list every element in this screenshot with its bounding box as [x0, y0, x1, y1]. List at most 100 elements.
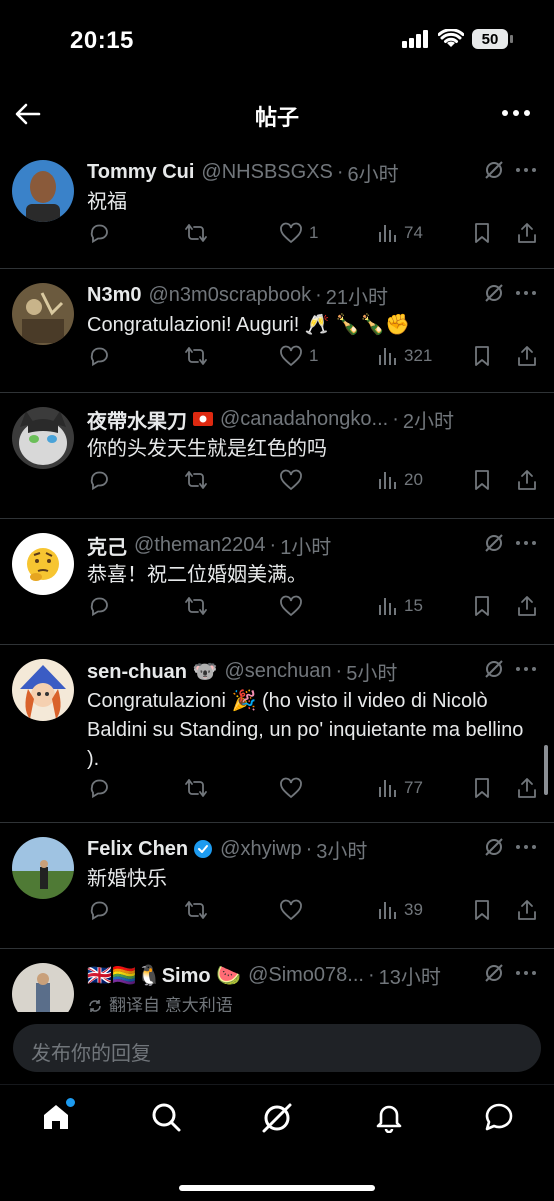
views-button[interactable]: 15: [376, 595, 423, 617]
views-button[interactable]: 39: [376, 899, 423, 921]
repost-icon[interactable]: [184, 777, 208, 799]
separator-dot: ·: [305, 837, 313, 860]
views-icon: [376, 222, 398, 244]
status-time: 20:15: [70, 27, 134, 54]
post-author-name[interactable]: sen-chuan 🐨: [87, 659, 217, 684]
share-icon[interactable]: [516, 777, 538, 799]
like-icon[interactable]: [279, 899, 303, 921]
messages-icon[interactable]: [482, 1101, 516, 1133]
share-icon[interactable]: [516, 595, 538, 617]
views-icon: [376, 345, 398, 367]
reply-icon[interactable]: [88, 595, 110, 617]
post-author-name[interactable]: 克己: [87, 531, 127, 560]
scrollbar[interactable]: [544, 745, 548, 795]
wifi-icon: [438, 29, 464, 49]
post-author-handle[interactable]: @Simo078...: [248, 964, 364, 987]
share-icon[interactable]: [516, 899, 538, 921]
reply-feed[interactable]: Tommy Cui @NHSBSGXS · 6小时 祝福 1 74 N3m0 @n3m0…: [0, 146, 554, 1012]
post-time: 6小时: [347, 163, 399, 186]
home-indicator: [179, 1185, 375, 1191]
views-count: 15: [404, 596, 423, 615]
post-more-icon[interactable]: [516, 845, 536, 849]
post-author-name[interactable]: Felix Chen: [87, 838, 188, 861]
translation-note[interactable]: 翻译自 意大利语: [87, 991, 528, 1012]
post-more-icon[interactable]: [516, 541, 536, 545]
post-author-handle[interactable]: @n3m0scrapbook: [148, 284, 311, 307]
repost-icon[interactable]: [184, 899, 208, 921]
like-count: 1: [309, 346, 319, 365]
post-author-handle[interactable]: @xhyiwp: [220, 838, 301, 861]
separator-dot: ·: [315, 283, 322, 306]
grok-icon[interactable]: [484, 837, 504, 857]
repost-icon[interactable]: [184, 345, 208, 367]
reply-composer: 发布你的回复: [0, 1012, 554, 1084]
search-icon[interactable]: [150, 1101, 182, 1133]
status-icons: 50: [402, 29, 513, 49]
post-author-name[interactable]: N3m0: [87, 284, 141, 307]
bookmark-icon[interactable]: [472, 222, 492, 244]
more-icon[interactable]: [502, 110, 530, 116]
like-count: 1: [309, 223, 319, 242]
verified-badge-icon: [193, 839, 213, 859]
reply-icon[interactable]: [88, 899, 110, 921]
post-more-icon[interactable]: [516, 667, 536, 671]
grok-icon[interactable]: [484, 533, 504, 553]
grok-icon[interactable]: [484, 160, 504, 180]
post-time: 3小时: [316, 840, 368, 863]
avatar[interactable]: [12, 963, 74, 1012]
post-author-handle[interactable]: @theman2204: [134, 534, 266, 557]
post-author-name[interactable]: 夜帶水果刀: [87, 405, 187, 434]
reply-icon[interactable]: [88, 345, 110, 367]
like-icon[interactable]: [279, 469, 303, 491]
repost-icon[interactable]: [184, 222, 208, 244]
separator-dot: ·: [335, 659, 343, 682]
reply-icon[interactable]: [88, 222, 110, 244]
post-author-name[interactable]: Tommy Cui: [87, 161, 194, 184]
bookmark-icon[interactable]: [472, 595, 492, 617]
flag-icon: [193, 412, 213, 426]
post-more-icon[interactable]: [516, 291, 536, 295]
views-count: 74: [404, 223, 423, 242]
separator-dot: ·: [336, 160, 344, 183]
post-more-icon[interactable]: [516, 168, 536, 172]
post-author-handle[interactable]: @NHSBSGXS: [201, 161, 332, 184]
like-button[interactable]: 1: [279, 222, 318, 244]
like-button[interactable]: 1: [279, 345, 318, 367]
like-icon[interactable]: [279, 777, 303, 799]
share-icon[interactable]: [516, 345, 538, 367]
repost-icon[interactable]: [184, 469, 208, 491]
views-button[interactable]: 20: [376, 469, 423, 491]
home-icon[interactable]: [40, 1097, 76, 1133]
views-button[interactable]: 321: [376, 345, 432, 367]
like-icon: [279, 222, 303, 244]
post-more-icon[interactable]: [516, 971, 536, 975]
post-text: Congratulazioni 🎉 (ho visto il video di …: [87, 690, 524, 770]
bookmark-icon[interactable]: [472, 345, 492, 367]
translate-icon: [87, 998, 103, 1013]
avatar[interactable]: [12, 659, 74, 721]
post-author-handle[interactable]: @canadahongko...: [220, 408, 388, 431]
post-author-name[interactable]: 🇬🇧🏳️‍🌈🐧Simo 🍉: [87, 963, 241, 988]
bottom-tab-bar: [0, 1084, 554, 1201]
like-icon[interactable]: [279, 595, 303, 617]
grok-icon[interactable]: [484, 963, 504, 983]
separator-dot: ·: [367, 963, 375, 986]
views-button[interactable]: 77: [376, 777, 423, 799]
post-author-handle[interactable]: @senchuan: [224, 660, 331, 683]
views-count: 20: [404, 470, 423, 489]
grok-icon[interactable]: [484, 659, 504, 679]
reply-icon[interactable]: [88, 469, 110, 491]
reply-input[interactable]: 发布你的回复: [13, 1024, 541, 1072]
views-button[interactable]: 74: [376, 222, 423, 244]
share-icon[interactable]: [516, 469, 538, 491]
grok-icon[interactable]: [484, 283, 504, 303]
reply-icon[interactable]: [88, 777, 110, 799]
views-icon: [376, 595, 398, 617]
notifications-icon[interactable]: [373, 1101, 405, 1133]
share-icon[interactable]: [516, 222, 538, 244]
repost-icon[interactable]: [184, 595, 208, 617]
bookmark-icon[interactable]: [472, 777, 492, 799]
bookmark-icon[interactable]: [472, 469, 492, 491]
grok-icon[interactable]: [260, 1101, 294, 1135]
bookmark-icon[interactable]: [472, 899, 492, 921]
